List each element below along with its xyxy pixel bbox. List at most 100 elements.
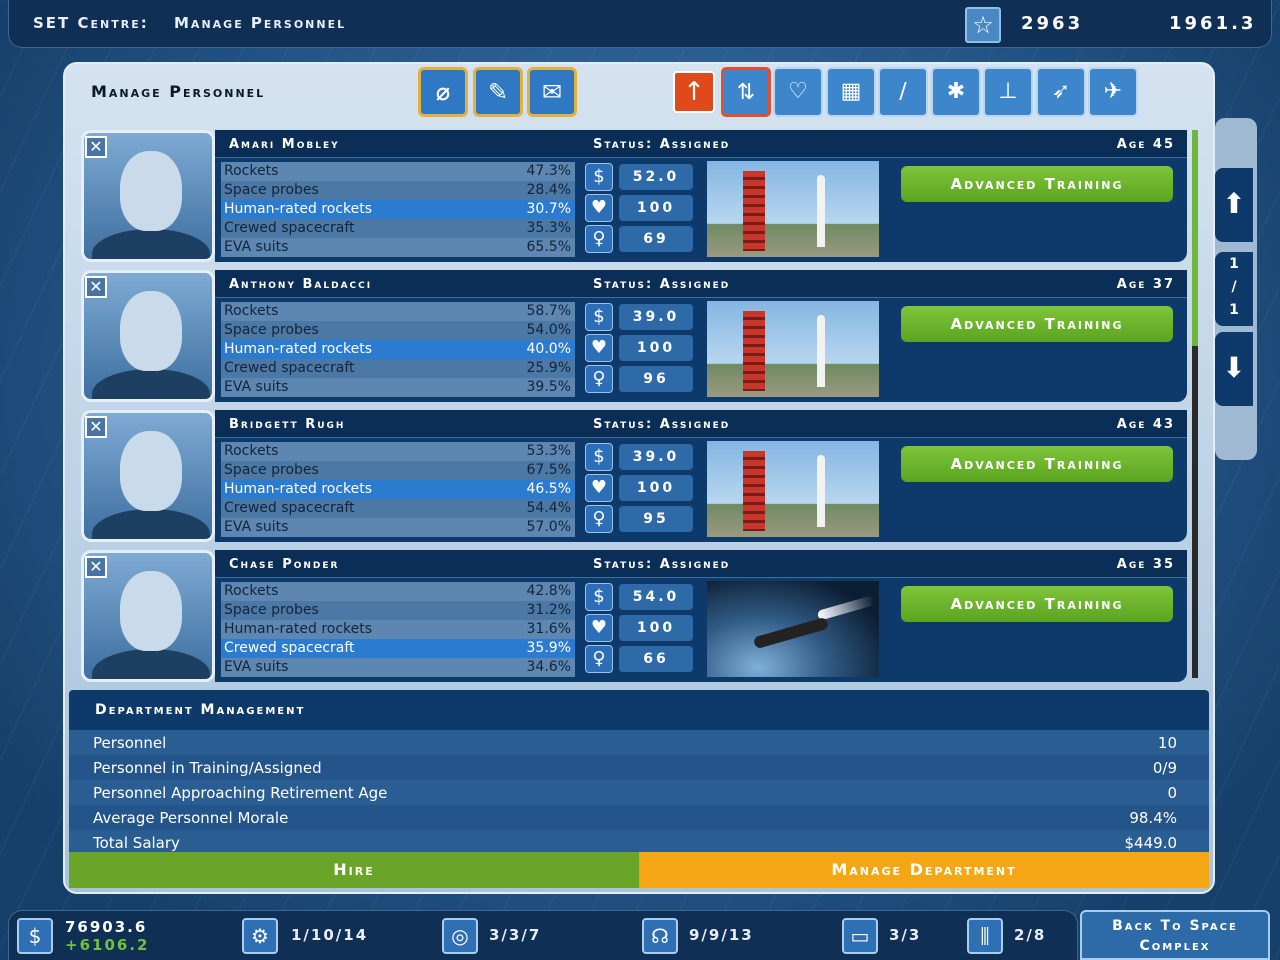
- list-scrollbar-thumb[interactable]: [1192, 130, 1198, 346]
- assignment-image: [707, 161, 879, 257]
- skill-row: Crewed spacecraft 35.3%: [221, 219, 575, 238]
- personnel-name: Bridgett Rugh: [229, 417, 346, 432]
- advanced-training-button[interactable]: Advanced Training: [901, 306, 1173, 342]
- page-down-icon[interactable]: ⬇: [1215, 332, 1253, 406]
- personnel-card: ✕ Bridgett Rugh Status: Assigned Age 43 …: [79, 410, 1187, 542]
- skill-row: Space probes 31.2%: [221, 601, 575, 620]
- skill-row: Human-rated rockets 31.6%: [221, 620, 575, 639]
- fire-close-icon[interactable]: ✕: [85, 556, 107, 578]
- skill-value: 66: [619, 646, 693, 672]
- personnel-status: Status: Assigned: [593, 417, 731, 432]
- fire-close-icon[interactable]: ✕: [85, 416, 107, 438]
- salary-value: 39.0: [619, 304, 693, 330]
- personnel-status: Status: Assigned: [593, 277, 731, 292]
- skill-row: Rockets 58.7%: [221, 302, 575, 321]
- skill-bulb-icon: ♀: [585, 645, 613, 673]
- manage-personnel-panel: Manage Personnel ⌀ ✎ ✉ ↑ ⇅ ♡ ▦ ∕ ✱ ⊥ ➶ ✈…: [63, 62, 1215, 894]
- assignment-image: [707, 581, 879, 677]
- fire-close-icon[interactable]: ✕: [85, 136, 107, 158]
- salary-icon: $: [585, 583, 613, 611]
- morale-value: 100: [619, 335, 693, 361]
- sort-probes-icon[interactable]: ✱: [931, 67, 981, 117]
- game-date: 1961.3: [1169, 13, 1257, 34]
- skill-row: Crewed spacecraft 54.4%: [221, 499, 575, 518]
- launch-pad-icon[interactable]: ⫼: [967, 918, 1003, 954]
- skill-row: EVA suits 39.5%: [221, 378, 575, 397]
- skill-row-highlighted: Human-rated rockets 40.0%: [221, 340, 575, 359]
- skill-row: Crewed spacecraft 25.9%: [221, 359, 575, 378]
- headset-icon[interactable]: ☊: [642, 918, 678, 954]
- personnel-card: ✕ Chase Ponder Status: Assigned Age 35 R…: [79, 550, 1187, 682]
- morale-icon: ♥: [585, 334, 613, 362]
- skill-value: 96: [619, 366, 693, 392]
- engineering-stat: 1/10/14: [291, 926, 369, 944]
- training-filter-icon[interactable]: ✎: [473, 67, 523, 117]
- salary-icon: $: [585, 163, 613, 191]
- dept-row-retirement: Personnel Approaching Retirement Age 0: [69, 780, 1209, 805]
- crew-stat: 3/3/7: [489, 926, 542, 944]
- screen-title: Manage Personnel: [174, 14, 347, 32]
- dept-row-morale: Average Personnel Morale 98.4%: [69, 805, 1209, 830]
- skill-row: Space probes 67.5%: [221, 461, 575, 480]
- skill-row: EVA suits 65.5%: [221, 238, 575, 257]
- page-up-icon[interactable]: ⬆: [1215, 168, 1253, 242]
- sort-spacecraft-icon[interactable]: ➶: [1036, 67, 1086, 117]
- fire-close-icon[interactable]: ✕: [85, 276, 107, 298]
- skill-bulb-icon: ♀: [585, 505, 613, 533]
- bottom-bar: $ 76903.6 +6106.2 ⚙ 1/10/14 ◎ 3/3/7 ☊ 9/…: [8, 910, 1078, 960]
- assigned-filter-icon[interactable]: ✉: [527, 67, 577, 117]
- morale-value: 100: [619, 615, 693, 641]
- sort-direction-icon[interactable]: ↑: [673, 71, 715, 113]
- salary-value: 39.0: [619, 444, 693, 470]
- skill-row: EVA suits 34.6%: [221, 658, 575, 677]
- advanced-training-button[interactable]: Advanced Training: [901, 446, 1173, 482]
- department-management: Department Management Personnel 10 Person…: [69, 690, 1209, 888]
- assignment-image: [707, 301, 879, 397]
- manage-department-button[interactable]: Manage Department: [639, 852, 1209, 888]
- filter-none-icon[interactable]: ⌀: [418, 67, 468, 117]
- page-separator: /: [1231, 279, 1237, 295]
- salary-icon: $: [585, 443, 613, 471]
- top-bar: SET Centre: Manage Personnel ☆ 2963 1961…: [8, 0, 1272, 48]
- back-to-space-complex-button[interactable]: Back To Space Complex: [1080, 910, 1270, 960]
- sort-eva-icon[interactable]: ✈: [1088, 67, 1138, 117]
- skill-bulb-icon: ♀: [585, 365, 613, 393]
- personnel-name: Amari Mobley: [229, 137, 340, 152]
- personnel-card: ✕ Anthony Baldacci Status: Assigned Age …: [79, 270, 1187, 402]
- skill-row-highlighted: Human-rated rockets 30.7%: [221, 200, 575, 219]
- department-title: Department Management: [95, 702, 306, 718]
- star-icon[interactable]: ☆: [965, 7, 1001, 43]
- skills-list: Rockets 53.3% Space probes 67.5% Human-rat…: [221, 442, 575, 537]
- gear-icon[interactable]: ⚙: [242, 918, 278, 954]
- sort-age-icon[interactable]: ▦: [826, 67, 876, 117]
- personnel-list: ✕ Amari Mobley Status: Assigned Age 45 R…: [79, 130, 1187, 686]
- sort-morale-icon[interactable]: ♡: [773, 67, 823, 117]
- page-current: 1: [1229, 256, 1239, 272]
- cash-icon[interactable]: $: [17, 918, 53, 954]
- personnel-name: Anthony Baldacci: [229, 277, 373, 292]
- skill-row-highlighted: Human-rated rockets 46.5%: [221, 480, 575, 499]
- skill-value: 95: [619, 506, 693, 532]
- hire-button[interactable]: Hire: [69, 852, 639, 888]
- advanced-training-button[interactable]: Advanced Training: [901, 166, 1173, 202]
- panel-title: Manage Personnel: [91, 82, 266, 101]
- morale-value: 100: [619, 475, 693, 501]
- skills-list: Rockets 58.7% Space probes 54.0% Human-rat…: [221, 302, 575, 397]
- sort-human-rockets-icon[interactable]: ⊥: [983, 67, 1033, 117]
- folder-icon[interactable]: ▭: [842, 918, 878, 954]
- centre-title: SET Centre:: [33, 14, 149, 32]
- sort-alpha-icon[interactable]: ⇅: [721, 67, 771, 117]
- personnel-status: Status: Assigned: [593, 557, 731, 572]
- capsule-icon[interactable]: ◎: [442, 918, 478, 954]
- skill-row-highlighted: Crewed spacecraft 35.9%: [221, 639, 575, 658]
- skill-row: Space probes 54.0%: [221, 321, 575, 340]
- skill-row: Rockets 42.8%: [221, 582, 575, 601]
- personnel-name: Chase Ponder: [229, 557, 340, 572]
- reputation-value: 2963: [1021, 13, 1084, 34]
- sort-rockets-icon[interactable]: ∕: [878, 67, 928, 117]
- advanced-training-button[interactable]: Advanced Training: [901, 586, 1173, 622]
- dept-row-personnel: Personnel 10: [69, 730, 1209, 755]
- skill-bulb-icon: ♀: [585, 225, 613, 253]
- morale-icon: ♥: [585, 614, 613, 642]
- skill-row: Rockets 53.3%: [221, 442, 575, 461]
